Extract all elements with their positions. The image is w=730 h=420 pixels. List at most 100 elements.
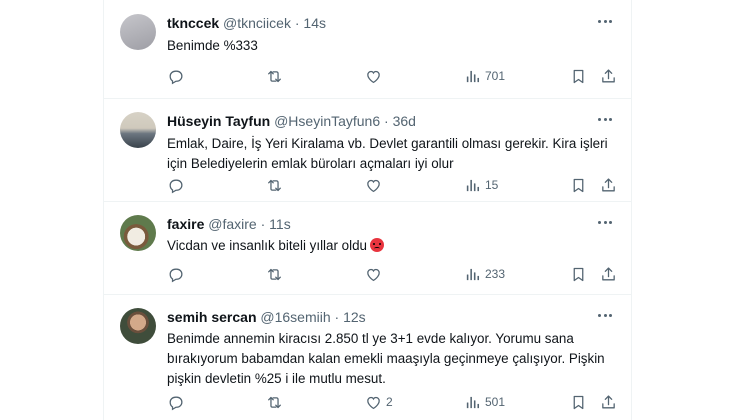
user-name[interactable]: Hüseyin Tayfun xyxy=(167,113,270,129)
reply-button[interactable] xyxy=(167,175,184,195)
avatar[interactable] xyxy=(120,308,156,344)
tweet-actions: 701 xyxy=(167,66,617,86)
retweet-button[interactable] xyxy=(266,392,283,412)
bookmark-icon xyxy=(570,394,587,411)
tweet-text-line: Benimde %333 xyxy=(167,38,258,53)
like-icon xyxy=(365,68,382,85)
tweet[interactable]: semih sercan @16semiih · 12s Benimde ann… xyxy=(104,294,631,420)
like-icon xyxy=(365,266,382,283)
tweet-text-line: Vicdan ve insanlık biteli yıllar oldu xyxy=(167,236,622,256)
reply-button[interactable] xyxy=(167,264,184,284)
more-icon[interactable] xyxy=(595,307,615,323)
reply-icon xyxy=(167,177,184,194)
share-button[interactable] xyxy=(600,175,617,195)
views-count: 233 xyxy=(485,267,506,281)
share-icon xyxy=(600,394,617,411)
like-count: 2 xyxy=(386,395,393,409)
retweet-icon xyxy=(266,266,283,283)
views-count: 701 xyxy=(485,69,506,83)
reply-button[interactable] xyxy=(167,392,184,412)
like-button[interactable] xyxy=(365,66,386,86)
separator-dot: · xyxy=(384,113,389,129)
user-name[interactable]: faxire xyxy=(167,216,204,232)
tweet-actions: 15 xyxy=(167,175,617,195)
views-icon xyxy=(464,394,481,411)
more-icon[interactable] xyxy=(595,111,615,127)
tweet-header: tknccek @tknciicek · 14s xyxy=(167,15,326,31)
tweet-text: Benimde annemin kiracısı 2.850 tl ye 3+1… xyxy=(167,329,622,389)
tweet[interactable]: faxire @faxire · 11s Vicdan ve insanlık … xyxy=(104,201,631,295)
views-icon xyxy=(464,177,481,194)
views-button[interactable]: 501 xyxy=(464,392,505,412)
separator-dot: · xyxy=(294,15,300,31)
bookmark-button[interactable] xyxy=(570,66,587,86)
like-button[interactable] xyxy=(365,175,386,195)
views-icon xyxy=(464,266,481,283)
tweet-header: semih sercan @16semiih · 12s xyxy=(167,309,366,325)
bookmark-icon xyxy=(570,177,587,194)
share-button[interactable] xyxy=(600,264,617,284)
retweet-icon xyxy=(266,394,283,411)
avatar[interactable] xyxy=(120,14,156,50)
like-button[interactable] xyxy=(365,264,386,284)
reply-icon xyxy=(167,68,184,85)
user-name[interactable]: semih sercan xyxy=(167,309,257,325)
bookmark-button[interactable] xyxy=(570,264,587,284)
views-button[interactable]: 701 xyxy=(464,66,505,86)
tweet[interactable]: Hüseyin Tayfun @HseyinTayfun6 · 36d Emla… xyxy=(104,98,631,202)
views-button[interactable]: 15 xyxy=(464,175,498,195)
bookmark-button[interactable] xyxy=(570,392,587,412)
like-button[interactable]: 2 xyxy=(365,392,393,412)
retweet-button[interactable] xyxy=(266,175,283,195)
user-handle[interactable]: @HseyinTayfun6 xyxy=(274,113,380,129)
views-button[interactable]: 233 xyxy=(464,264,505,284)
more-icon[interactable] xyxy=(595,13,615,29)
tweet-time[interactable]: 11s xyxy=(269,216,291,232)
share-icon xyxy=(600,177,617,194)
tweet-text: Benimde %333 xyxy=(167,36,622,56)
retweet-button[interactable] xyxy=(266,264,283,284)
reply-icon xyxy=(167,266,184,283)
more-icon[interactable] xyxy=(595,214,615,230)
tweet-header: Hüseyin Tayfun @HseyinTayfun6 · 36d xyxy=(167,113,416,129)
tweet-header: faxire @faxire · 11s xyxy=(167,216,291,232)
tweet-time[interactable]: 12s xyxy=(343,309,366,325)
separator-dot: · xyxy=(260,216,266,232)
views-count: 15 xyxy=(485,178,499,192)
tweet-time[interactable]: 36d xyxy=(393,113,416,129)
separator-dot: · xyxy=(334,309,340,325)
tweet-time[interactable]: 14s xyxy=(303,15,326,31)
bookmark-icon xyxy=(570,68,587,85)
like-icon xyxy=(365,177,382,194)
user-handle[interactable]: @16semiih xyxy=(260,309,330,325)
tweet-text-line: pişkin devletin %25 i ile mutlu mesut. xyxy=(167,371,386,386)
tweet-text: Vicdan ve insanlık biteli yıllar oldu xyxy=(167,236,622,256)
tweet-text-line: Emlak, Daire, İş Yeri Kiralama vb. Devle… xyxy=(167,136,608,151)
user-handle[interactable]: @faxire xyxy=(208,216,256,232)
user-name[interactable]: tknccek xyxy=(167,15,219,31)
avatar[interactable] xyxy=(120,112,156,148)
share-button[interactable] xyxy=(600,66,617,86)
tweet-text-line: Benimde annemin kiracısı 2.850 tl ye 3+1… xyxy=(167,331,574,346)
reply-icon xyxy=(167,394,184,411)
retweet-button[interactable] xyxy=(266,66,283,86)
avatar[interactable] xyxy=(120,215,156,251)
tweet-actions: 2 501 xyxy=(167,392,617,412)
reply-button[interactable] xyxy=(167,66,184,86)
like-icon xyxy=(365,394,382,411)
tweet[interactable]: tknccek @tknciicek · 14s Benimde %333 70… xyxy=(104,0,631,99)
tweet-text-content: Vicdan ve insanlık biteli yıllar oldu xyxy=(167,238,367,253)
tweet-text-line: için Belediyelerin emlak büroları açmala… xyxy=(167,156,454,171)
bookmark-button[interactable] xyxy=(570,175,587,195)
share-icon xyxy=(600,266,617,283)
tweet-text: Emlak, Daire, İş Yeri Kiralama vb. Devle… xyxy=(167,134,622,174)
retweet-icon xyxy=(266,68,283,85)
timeline-feed: tknccek @tknciicek · 14s Benimde %333 70… xyxy=(103,0,632,420)
retweet-icon xyxy=(266,177,283,194)
angry-face-emoji xyxy=(369,238,384,252)
share-button[interactable] xyxy=(600,392,617,412)
views-icon xyxy=(464,68,481,85)
bookmark-icon xyxy=(570,266,587,283)
user-handle[interactable]: @tknciicek xyxy=(223,15,291,31)
tweet-text-line: bırakıyorum babamdan kalan emekli maaşıy… xyxy=(167,351,605,366)
